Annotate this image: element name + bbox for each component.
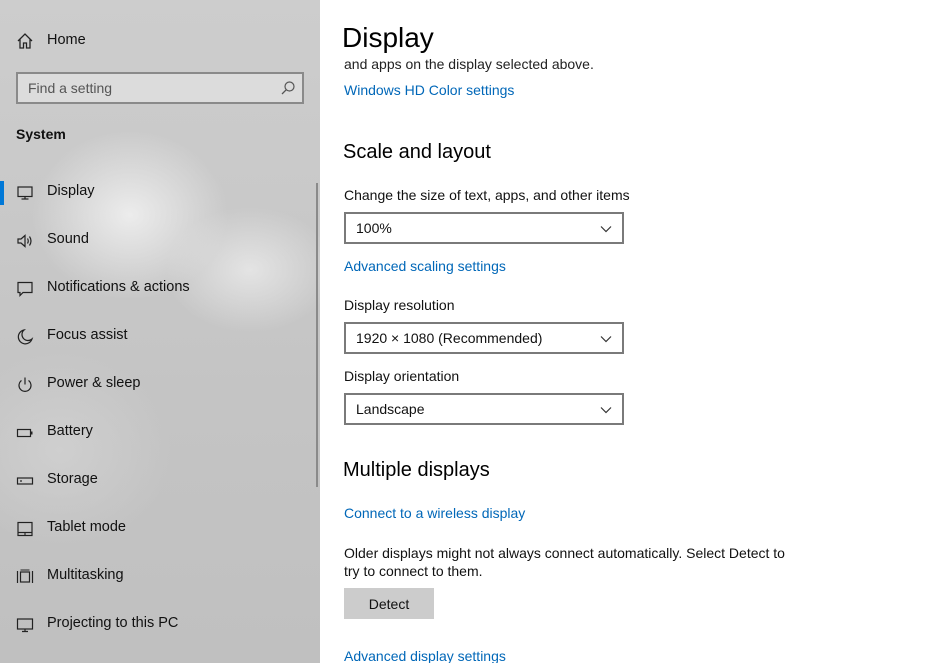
orientation-value: Landscape bbox=[356, 401, 425, 417]
resolution-value: 1920 × 1080 (Recommended) bbox=[356, 330, 543, 346]
sidebar-item-sound[interactable]: Sound bbox=[0, 217, 320, 265]
moon-icon bbox=[16, 328, 34, 346]
settings-sidebar: Home System Display Sound Notifications … bbox=[0, 0, 320, 663]
sidebar-item-battery[interactable]: Battery bbox=[0, 409, 320, 457]
older-displays-text: Older displays might not always connect … bbox=[344, 545, 785, 579]
search-box[interactable] bbox=[16, 72, 304, 104]
home-icon bbox=[16, 32, 34, 50]
sidebar-item-tablet-mode[interactable]: Tablet mode bbox=[0, 505, 320, 553]
sidebar-item-label: Multitasking bbox=[47, 567, 124, 583]
power-icon bbox=[16, 376, 34, 394]
main-content: and apps on the display selected above. … bbox=[320, 0, 944, 663]
projector-icon bbox=[16, 616, 34, 634]
page-title: Display bbox=[342, 22, 454, 54]
notification-icon bbox=[16, 280, 34, 298]
multiple-displays-heading: Multiple displays bbox=[343, 459, 490, 481]
orientation-dropdown[interactable]: Landscape bbox=[344, 393, 624, 425]
advanced-display-settings-link[interactable]: Advanced display settings bbox=[344, 648, 506, 663]
sidebar-item-label: Power & sleep bbox=[47, 375, 141, 391]
hd-color-settings-link[interactable]: Windows HD Color settings bbox=[344, 82, 514, 98]
section-title: System bbox=[16, 126, 66, 142]
resolution-label: Display resolution bbox=[344, 297, 455, 313]
sidebar-item-focus-assist[interactable]: Focus assist bbox=[0, 313, 320, 361]
speaker-icon bbox=[16, 232, 34, 250]
home-label: Home bbox=[47, 32, 86, 48]
sidebar-item-power-sleep[interactable]: Power & sleep bbox=[0, 361, 320, 409]
sidebar-item-storage[interactable]: Storage bbox=[0, 457, 320, 505]
search-icon[interactable] bbox=[280, 80, 296, 96]
monitor-icon bbox=[16, 184, 34, 202]
clipped-description: and apps on the display selected above. bbox=[344, 56, 594, 72]
scale-label: Change the size of text, apps, and other… bbox=[344, 187, 630, 203]
sidebar-item-label: Notifications & actions bbox=[47, 279, 190, 295]
detect-button[interactable]: Detect bbox=[344, 588, 434, 619]
sidebar-item-label: Display bbox=[47, 183, 95, 199]
search-input[interactable] bbox=[18, 74, 278, 102]
sidebar-item-display[interactable]: Display bbox=[0, 169, 320, 217]
advanced-scaling-link[interactable]: Advanced scaling settings bbox=[344, 258, 506, 274]
multitasking-icon bbox=[16, 568, 34, 586]
chevron-down-icon bbox=[600, 226, 612, 233]
battery-icon bbox=[16, 424, 34, 442]
chevron-down-icon bbox=[600, 407, 612, 414]
storage-icon bbox=[16, 472, 34, 490]
sidebar-item-label: Storage bbox=[47, 471, 98, 487]
sidebar-item-label: Sound bbox=[47, 231, 89, 247]
tablet-icon bbox=[16, 520, 34, 538]
wireless-display-link[interactable]: Connect to a wireless display bbox=[344, 505, 525, 521]
home-nav-item[interactable]: Home bbox=[0, 26, 320, 56]
orientation-label: Display orientation bbox=[344, 368, 460, 384]
resolution-dropdown[interactable]: 1920 × 1080 (Recommended) bbox=[344, 322, 624, 354]
sidebar-item-projecting[interactable]: Projecting to this PC bbox=[0, 601, 320, 649]
sidebar-item-label: Projecting to this PC bbox=[47, 615, 179, 631]
sidebar-item-label: Battery bbox=[47, 423, 93, 439]
scale-dropdown[interactable]: 100% bbox=[344, 212, 624, 244]
active-indicator bbox=[0, 181, 4, 205]
scale-value: 100% bbox=[356, 220, 392, 236]
sidebar-item-label: Focus assist bbox=[47, 327, 128, 343]
chevron-down-icon bbox=[600, 336, 612, 343]
sidebar-scrollbar[interactable] bbox=[316, 183, 318, 487]
sidebar-item-multitasking[interactable]: Multitasking bbox=[0, 553, 320, 601]
sidebar-item-notifications[interactable]: Notifications & actions bbox=[0, 265, 320, 313]
sidebar-item-label: Tablet mode bbox=[47, 519, 126, 535]
scale-layout-heading: Scale and layout bbox=[343, 141, 491, 163]
